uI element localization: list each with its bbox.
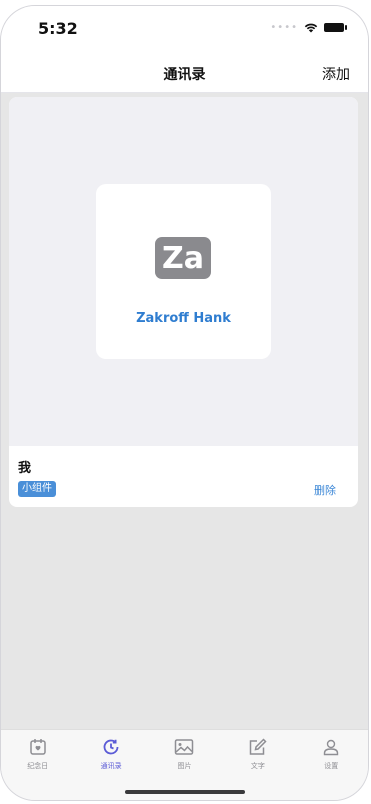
tab-items: 纪念日 通讯录 图片 文字 设置 (1, 738, 368, 771)
tab-anniversary[interactable]: 纪念日 (8, 738, 68, 771)
signal-icon: •••• (270, 22, 298, 33)
widget-card[interactable]: Za Zakroff Hank 我 小组件 删除 (9, 97, 358, 507)
home-indicator (124, 790, 245, 794)
image-icon (175, 739, 194, 755)
status-time: 5:32 (38, 19, 78, 38)
contact-tile[interactable]: Za Zakroff Hank (96, 184, 271, 359)
nav-bar: 通讯录 添加 (1, 52, 368, 93)
widget-title: 我 (18, 461, 32, 476)
edit-icon (249, 738, 267, 755)
tab-bar: 纪念日 通讯录 图片 文字 设置 (1, 729, 368, 800)
wifi-icon (304, 23, 318, 33)
tab-label: 图片 (177, 762, 192, 770)
clock-icon (103, 739, 119, 755)
tab-label: 文字 (250, 762, 265, 770)
tab-label: 通讯录 (100, 762, 122, 770)
delete-button[interactable]: 删除 (314, 482, 336, 498)
tab-text[interactable]: 文字 (228, 738, 288, 771)
content-area: Za Zakroff Hank 我 小组件 删除 (1, 93, 368, 737)
tab-contacts[interactable]: 通讯录 (81, 738, 141, 771)
tab-label: 设置 (324, 762, 339, 770)
tab-label: 纪念日 (27, 762, 49, 770)
battery-icon (324, 23, 347, 32)
status-bar: 5:32 •••• (1, 6, 368, 52)
calendar-icon (29, 739, 46, 755)
tab-settings[interactable]: 设置 (301, 738, 361, 771)
widget-tag: 小组件 (18, 481, 56, 497)
add-button[interactable]: 添加 (322, 64, 350, 84)
person-icon (324, 739, 339, 756)
tab-images[interactable]: 图片 (154, 738, 214, 771)
app-frame: 5:32 •••• 通讯录 添加 Za Zakroff Hank 我 小组件 删… (1, 6, 368, 800)
status-icons: •••• (270, 22, 347, 33)
page-title: 通讯录 (163, 67, 206, 83)
avatar: Za (155, 237, 211, 279)
phone-screen: 5:32 •••• 通讯录 添加 Za Zakroff Hank 我 小组件 删… (0, 0, 371, 804)
widget-preview: Za Zakroff Hank (9, 97, 358, 446)
contact-name: Zakroff Hank (136, 311, 231, 326)
